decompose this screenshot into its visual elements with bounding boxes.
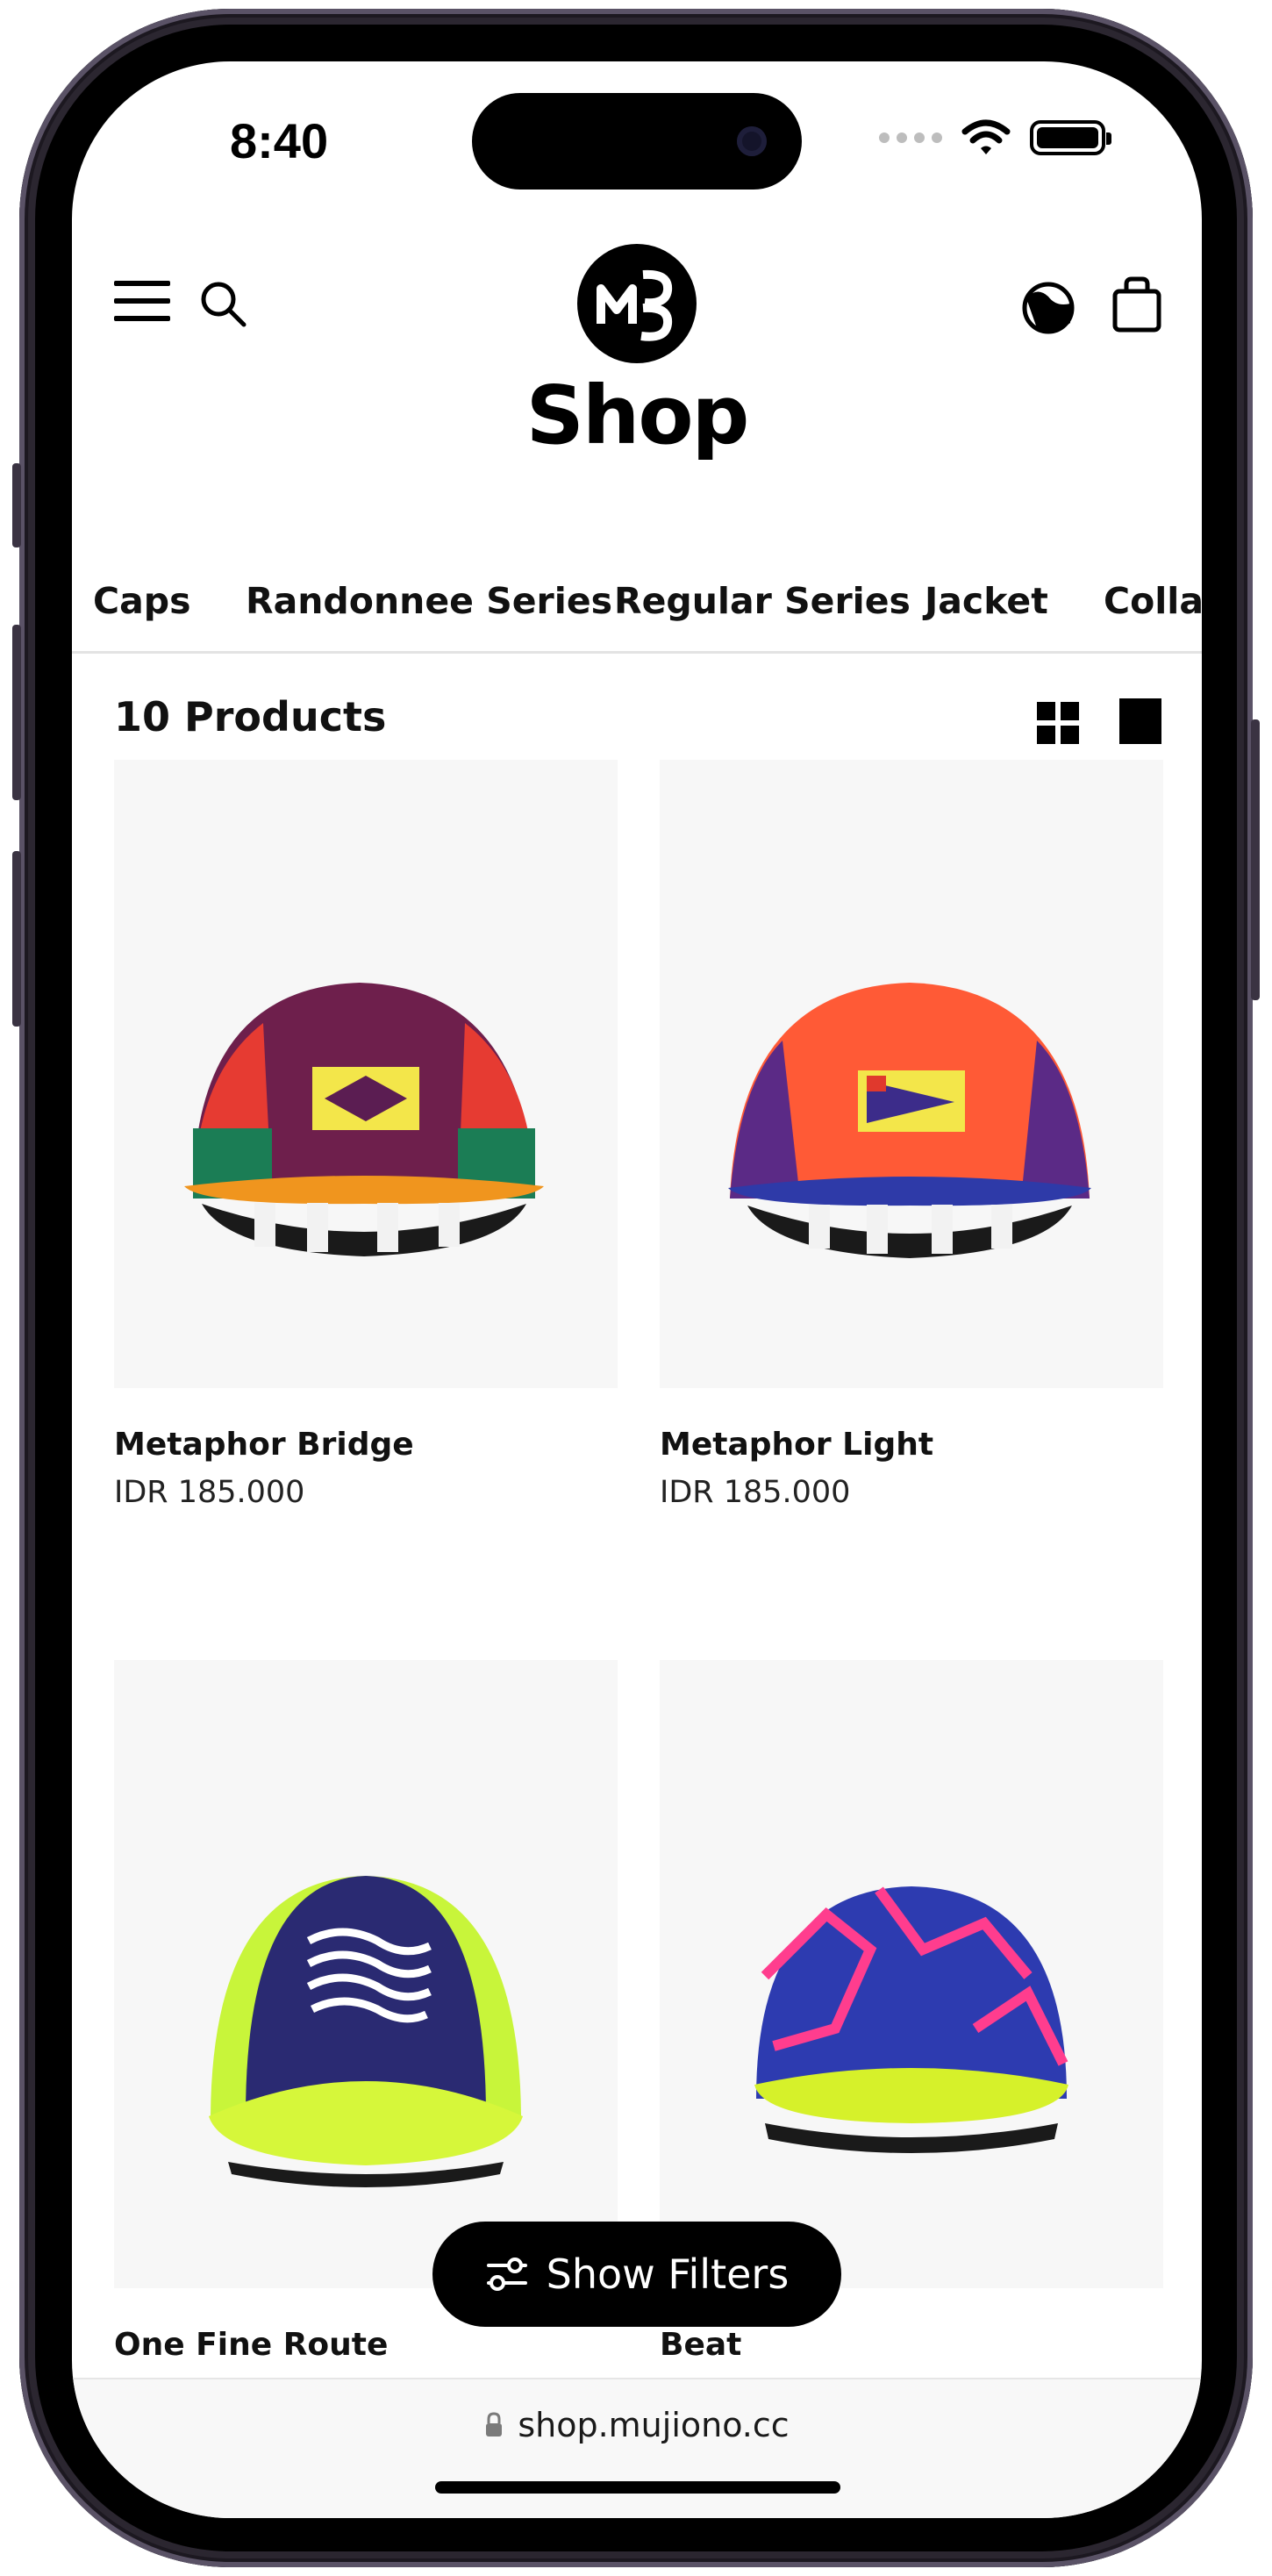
action-button bbox=[12, 463, 21, 547]
page-title: Shop bbox=[525, 369, 750, 462]
url-row[interactable]: shop.mujiono.cc bbox=[72, 2406, 1202, 2444]
products-count: 10 Products bbox=[114, 693, 387, 741]
url-text[interactable]: shop.mujiono.cc bbox=[518, 2406, 789, 2444]
cap-image-metaphor-bridge bbox=[184, 983, 544, 1256]
shopping-bag-icon[interactable] bbox=[1111, 275, 1163, 333]
product-name[interactable]: Metaphor Light bbox=[660, 1427, 1163, 1463]
filter-sliders-icon bbox=[486, 2258, 527, 2291]
status-icons bbox=[879, 119, 1111, 156]
product-image[interactable] bbox=[660, 760, 1163, 1388]
product-image[interactable] bbox=[660, 1660, 1163, 2288]
search-icon[interactable] bbox=[197, 277, 249, 330]
logo-mark bbox=[597, 269, 673, 341]
tab-jacket[interactable]: Jacket bbox=[925, 580, 1048, 622]
tab-regular-series[interactable]: Regular Series bbox=[614, 580, 911, 622]
camera-icon bbox=[737, 126, 767, 156]
hamburger-menu-icon[interactable] bbox=[114, 281, 170, 321]
dynamic-island bbox=[472, 93, 802, 190]
product-name[interactable]: One Fine Route bbox=[114, 2327, 618, 2363]
show-filters-label: Show Filters bbox=[546, 2250, 790, 2298]
lock-icon bbox=[486, 2412, 503, 2436]
grid-view-icon[interactable] bbox=[1037, 702, 1079, 744]
cap-image-beat bbox=[754, 1886, 1068, 2153]
wifi-icon bbox=[961, 119, 1011, 154]
product-card[interactable]: Metaphor Bridge IDR 185.000 bbox=[114, 760, 618, 1510]
product-image[interactable] bbox=[114, 760, 618, 1388]
tab-caps[interactable]: Caps bbox=[93, 580, 191, 622]
product-price: IDR 185.000 bbox=[660, 1475, 851, 1510]
product-name[interactable]: Metaphor Bridge bbox=[114, 1427, 618, 1463]
status-time: 8:40 bbox=[230, 113, 329, 168]
browser-address-bar[interactable]: shop.mujiono.cc bbox=[72, 2378, 1202, 2518]
power-button bbox=[1251, 719, 1260, 1000]
battery-icon bbox=[1030, 120, 1111, 155]
single-view-icon[interactable] bbox=[1119, 698, 1161, 744]
signal-icon bbox=[879, 132, 942, 143]
product-price: IDR 185.000 bbox=[114, 1475, 305, 1510]
cap-image-one-fine-route bbox=[209, 1876, 523, 2187]
screen: 8:40 Shop Caps Randonnee Series Regular … bbox=[72, 61, 1202, 2518]
volume-up-button bbox=[12, 625, 21, 800]
tab-collab[interactable]: Collab bbox=[1104, 580, 1202, 622]
user-icon[interactable] bbox=[1019, 277, 1077, 335]
home-indicator[interactable] bbox=[435, 2481, 840, 2494]
product-name[interactable]: Beat bbox=[660, 2327, 1163, 2363]
tab-randonnee-series[interactable]: Randonnee Series bbox=[246, 580, 612, 622]
show-filters-button[interactable]: Show Filters bbox=[432, 2222, 841, 2327]
category-tabs: Caps Randonnee Series Regular Series Jac… bbox=[72, 575, 1202, 654]
cap-image-metaphor-light bbox=[728, 983, 1091, 1258]
volume-down-button bbox=[12, 851, 21, 1027]
product-image[interactable] bbox=[114, 1660, 618, 2288]
brand-logo[interactable] bbox=[577, 244, 697, 363]
product-card[interactable]: Metaphor Light IDR 185.000 bbox=[660, 760, 1163, 1510]
